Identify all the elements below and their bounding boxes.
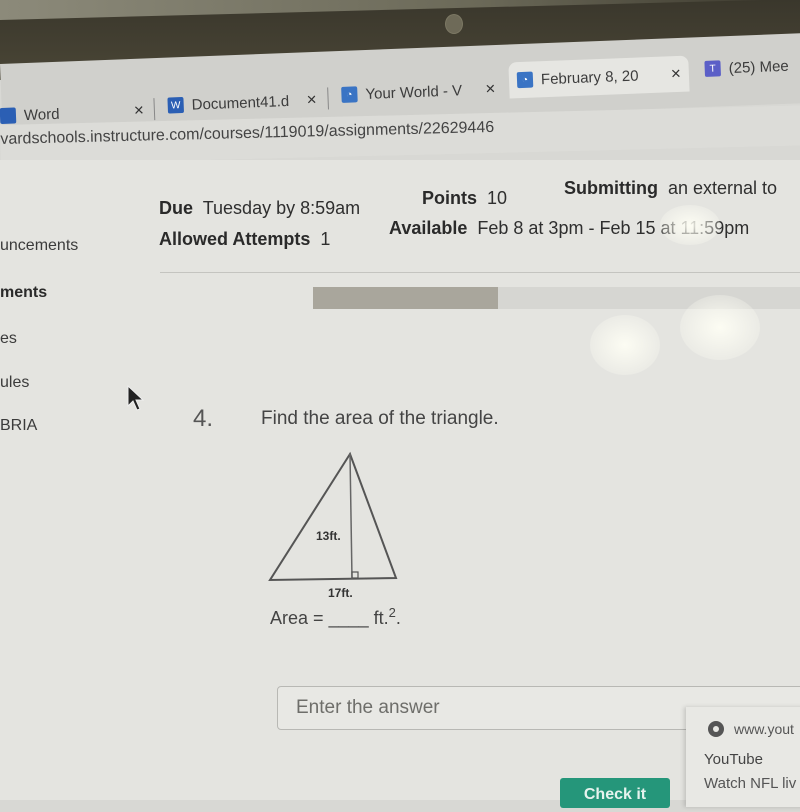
- triangle-shape: [268, 451, 398, 582]
- teams-icon: T: [704, 60, 722, 77]
- tab-separator: [153, 98, 156, 121]
- sidebar-item-label: uncements: [0, 237, 79, 254]
- sidebar-item-modules[interactable]: ules: [0, 374, 29, 392]
- due-date: Due Tuesday by 8:59am: [159, 198, 360, 219]
- sidebar-item-pages[interactable]: es: [0, 330, 17, 348]
- area-blank: ____: [328, 608, 369, 628]
- answer-placeholder: Enter the answer: [296, 697, 440, 718]
- area-suffix: .: [395, 608, 401, 628]
- screen-glare: [680, 295, 760, 360]
- height-label: 13ft.: [316, 529, 341, 543]
- url-text: vardschools.instructure.com/courses/1119…: [0, 118, 495, 148]
- tab-label: Your World - V: [365, 81, 463, 103]
- word-icon: W: [167, 96, 185, 114]
- app-icon: ◔: [516, 71, 534, 89]
- tab-february-8[interactable]: ◔ February 8, 20 ×: [508, 55, 690, 99]
- close-tab-icon[interactable]: ×: [134, 101, 145, 121]
- youtube-notification[interactable]: www.yout YouTube Watch NFL liv: [686, 707, 800, 807]
- attempts-value: 1: [320, 229, 331, 249]
- attempts-label: Allowed Attempts: [159, 229, 311, 249]
- mouse-cursor-icon: [127, 384, 145, 411]
- notification-title: YouTube: [704, 751, 763, 768]
- base-label: 17ft.: [328, 586, 353, 600]
- area-prefix: Area =: [270, 608, 324, 628]
- check-it-button[interactable]: Check it: [560, 778, 670, 808]
- close-tab-icon[interactable]: ×: [671, 64, 682, 84]
- sidebar-item-announcements[interactable]: uncements: [0, 237, 78, 255]
- sidebar-item-bria[interactable]: BRIA: [0, 417, 37, 435]
- webcam: [445, 14, 463, 34]
- points: Points 10: [422, 188, 507, 209]
- tab-label: (25) Mee: [728, 57, 790, 77]
- tab-label: Document41.d: [191, 92, 290, 114]
- area-unit: ft.: [373, 608, 389, 628]
- tab-separator: [327, 87, 329, 110]
- area-equation: Area = ____ ft.2.: [270, 605, 401, 629]
- available-label: Available: [389, 218, 468, 238]
- points-label: Points: [422, 188, 478, 208]
- divider: [160, 272, 800, 273]
- progress-fill: [313, 287, 499, 309]
- background-edge: [0, 0, 800, 20]
- tab-label: February 8, 20: [540, 67, 639, 88]
- screen-glare: [660, 205, 720, 245]
- triangle-figure: 13ft. 17ft.: [268, 451, 398, 600]
- sidebar-item-label: ules: [0, 374, 30, 391]
- screen-glare: [590, 315, 660, 375]
- notification-source: www.yout: [708, 721, 794, 737]
- due-value: Tuesday by 8:59am: [202, 198, 361, 218]
- tab-label: Word: [23, 105, 60, 124]
- tab-your-world[interactable]: ◔ Your World - V ×: [333, 71, 504, 113]
- allowed-attempts: Allowed Attempts 1: [159, 229, 330, 250]
- app-icon: ◔: [341, 86, 358, 103]
- notification-body: Watch NFL liv: [704, 775, 797, 792]
- tab-teams-meeting[interactable]: T (25) Mee: [696, 46, 800, 87]
- sidebar-item-assignments[interactable]: ments: [0, 284, 47, 302]
- submitting-label: Submitting: [564, 178, 658, 198]
- question-prompt: Find the area of the triangle.: [261, 408, 499, 429]
- close-tab-icon[interactable]: ×: [306, 90, 317, 110]
- question-number: 4.: [193, 405, 214, 432]
- notification-site: www.yout: [734, 721, 794, 737]
- word-icon: [0, 107, 17, 125]
- height-line: [349, 453, 353, 580]
- right-angle-mark: [351, 571, 359, 579]
- sidebar-item-label: BRIA: [0, 417, 38, 434]
- sidebar-item-label: ments: [0, 284, 48, 301]
- submitting-value: an external to: [668, 178, 778, 198]
- submitting: Submitting an external to: [564, 178, 777, 199]
- points-value: 10: [487, 188, 508, 208]
- sidebar-item-label: es: [0, 330, 17, 347]
- chrome-icon: [708, 721, 724, 737]
- due-label: Due: [159, 198, 194, 218]
- close-tab-icon[interactable]: ×: [485, 79, 496, 99]
- area-exponent: 2: [388, 605, 396, 620]
